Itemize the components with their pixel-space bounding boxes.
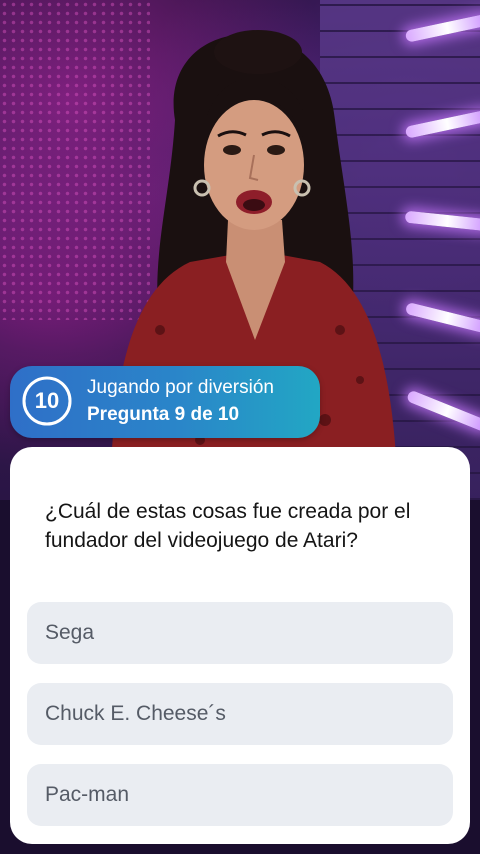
- answer-option-1[interactable]: Sega: [27, 602, 453, 664]
- timer-value: 10: [34, 388, 60, 413]
- answer-option-2[interactable]: Chuck E. Cheese´s: [27, 683, 453, 745]
- question-progress-label: Pregunta 9 de 10: [87, 404, 240, 425]
- question-text: ¿Cuál de estas cosas fue creada por el f…: [45, 500, 411, 552]
- answer-option-label: Chuck E. Cheese´s: [45, 702, 226, 725]
- game-status-banner: 10 Jugando por diversión Pregunta 9 de 1…: [10, 366, 320, 438]
- game-mode-label: Jugando por diversión: [87, 377, 274, 398]
- question-card: ¿Cuál de estas cosas fue creada por el f…: [10, 447, 470, 844]
- answer-option-label: Pac-man: [45, 783, 130, 806]
- answer-option-label: Sega: [45, 621, 95, 644]
- answer-option-3[interactable]: Pac-man: [27, 764, 453, 826]
